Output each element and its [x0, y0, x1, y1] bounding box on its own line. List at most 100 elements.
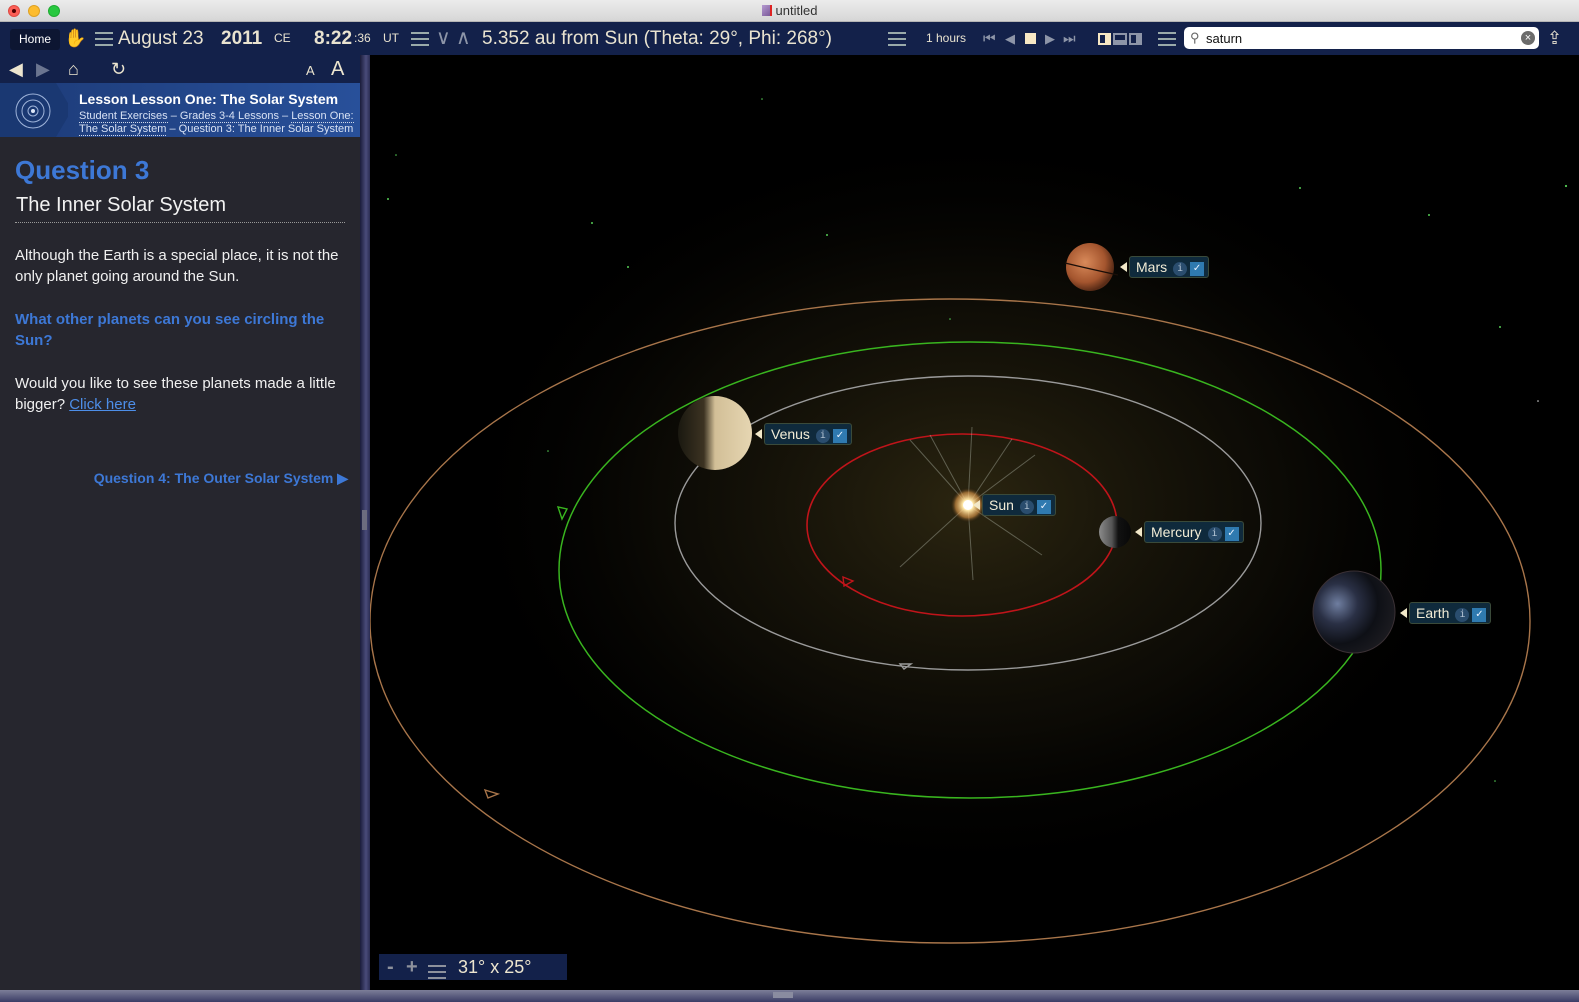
- body-label-venus[interactable]: Venus i ✓: [755, 423, 852, 445]
- year-display[interactable]: 2011: [221, 22, 262, 55]
- document-icon: [761, 5, 772, 16]
- date-display[interactable]: August 23: [118, 22, 204, 55]
- timezone-label: UT: [383, 31, 399, 45]
- window-title: untitled: [0, 3, 1579, 18]
- time-step-menu-icon[interactable]: [888, 22, 906, 55]
- body-label-mercury[interactable]: Mercury i ✓: [1135, 521, 1244, 543]
- location-menu-icon[interactable]: [411, 22, 429, 55]
- info-icon[interactable]: i: [815, 429, 830, 443]
- time-display[interactable]: 8:22: [314, 22, 352, 55]
- main-toolbar: Home ✋ August 23 2011 CE 8:22 :36 UT ∨ ∧…: [0, 22, 1579, 55]
- layout-right-icon[interactable]: [1129, 22, 1142, 55]
- body-name: Venus: [771, 426, 810, 442]
- next-question-label: Question 4: The Outer Solar System: [93, 470, 334, 486]
- body-name: Mars: [1136, 259, 1168, 275]
- body-name: Sun: [989, 497, 1014, 513]
- panel-splitter[interactable]: [360, 55, 370, 990]
- layout-left-icon[interactable]: [1098, 22, 1111, 55]
- time-step-label[interactable]: 1 hours: [926, 22, 966, 55]
- heading-divider: [15, 222, 345, 223]
- sidebar-nav: ◀ ▶ ⌂ ↻ A A: [0, 55, 360, 83]
- fov-menu-icon[interactable]: [428, 960, 446, 983]
- visibility-checkbox[interactable]: ✓: [1472, 608, 1487, 622]
- reload-icon[interactable]: ↻: [111, 59, 126, 80]
- fov-readout: 31° x 25°: [458, 957, 532, 977]
- down-icon[interactable]: ∨: [436, 22, 451, 55]
- stop-icon[interactable]: [1025, 22, 1036, 55]
- zoom-in-button[interactable]: +: [406, 956, 418, 979]
- body-label-earth[interactable]: Earth i ✓: [1400, 602, 1492, 624]
- window-title-text: untitled: [775, 3, 818, 18]
- mars-body[interactable]: [1066, 243, 1114, 291]
- info-icon[interactable]: i: [1019, 500, 1034, 514]
- intro-paragraph: Although the Earth is a special place, i…: [15, 247, 339, 285]
- info-icon[interactable]: i: [1207, 527, 1222, 541]
- search-icon: ⚲: [1190, 30, 1200, 45]
- back-icon[interactable]: ◀: [9, 59, 23, 80]
- body-label-mars[interactable]: Mars i ✓: [1120, 256, 1210, 278]
- breadcrumb-link[interactable]: Student Exercises: [79, 110, 168, 123]
- hand-icon[interactable]: ✋: [64, 22, 86, 55]
- skip-end-icon[interactable]: ⏭: [1063, 22, 1076, 55]
- breadcrumb-separator: –: [167, 110, 180, 122]
- visibility-checkbox[interactable]: ✓: [1224, 527, 1239, 541]
- sky-view[interactable]: Mars i ✓ Venus i ✓ Sun i ✓ Mercury i ✓ Earth i ✓: [370, 55, 1579, 990]
- seconds-display[interactable]: :36: [354, 22, 371, 55]
- breadcrumb-separator: –: [278, 110, 292, 122]
- visibility-checkbox[interactable]: ✓: [1036, 500, 1051, 514]
- forward-icon[interactable]: ▶: [36, 59, 50, 80]
- font-larger-button[interactable]: A: [331, 58, 344, 81]
- lesson-banner: Lesson Lesson One: The Solar System Stud…: [0, 83, 360, 137]
- lesson-sidebar: ◀ ▶ ⌂ ↻ A A Lesson Lesson One: The Solar…: [0, 55, 360, 990]
- reverse-icon[interactable]: ◀: [1005, 22, 1015, 55]
- splitter-handle[interactable]: [362, 510, 367, 530]
- zoom-out-button[interactable]: -: [387, 956, 394, 979]
- venus-body[interactable]: [678, 396, 752, 470]
- bottom-splitter[interactable]: [0, 990, 1579, 1002]
- bigger-planets-paragraph: Would you like to see these planets made…: [15, 373, 350, 415]
- font-smaller-button[interactable]: A: [306, 63, 315, 78]
- lesson-title: Lesson Lesson One: The Solar System: [79, 91, 339, 107]
- body-name: Mercury: [1151, 524, 1202, 540]
- field-of-view-bar: - + 31° x 25°: [379, 954, 567, 980]
- skip-start-icon[interactable]: ⏮: [983, 22, 996, 55]
- question-prompt: What other planets can you see circling …: [15, 311, 325, 349]
- next-question-link[interactable]: Question 4: The Outer Solar System ▶: [94, 470, 348, 487]
- body-label-sun[interactable]: Sun i ✓: [973, 494, 1056, 516]
- earth-body[interactable]: [1312, 570, 1396, 654]
- breadcrumb-current: Question 3: The Inner Solar System: [178, 123, 354, 135]
- click-here-link[interactable]: Click here: [69, 396, 136, 413]
- solar-system-scene[interactable]: [370, 55, 1579, 990]
- clear-search-icon[interactable]: ×: [1521, 31, 1535, 45]
- search-input[interactable]: [1206, 29, 1516, 47]
- solar-system-logo-icon: [0, 83, 68, 137]
- bigger-planets-text: Would you like to see these planets made…: [15, 375, 336, 413]
- options-menu-icon[interactable]: [1158, 22, 1176, 55]
- question-subtitle: The Inner Solar System: [16, 194, 227, 216]
- era-display: CE: [274, 31, 291, 45]
- question-heading: Question 3: [15, 155, 150, 185]
- breadcrumb-link[interactable]: Grades 3-4 Lessons: [179, 110, 279, 123]
- info-icon[interactable]: i: [1173, 262, 1188, 276]
- sun-core: [963, 500, 973, 510]
- search-field[interactable]: ⚲ ×: [1184, 27, 1539, 49]
- visibility-checkbox[interactable]: ✓: [832, 429, 847, 443]
- body-name: Earth: [1416, 605, 1450, 621]
- date-menu-icon[interactable]: [95, 22, 113, 55]
- layout-bottom-icon[interactable]: [1113, 22, 1127, 55]
- home-icon[interactable]: ⌂: [68, 59, 79, 80]
- mars-direction-marker: [483, 788, 501, 799]
- info-icon[interactable]: i: [1455, 608, 1470, 622]
- window-titlebar: untitled: [0, 0, 1579, 22]
- visibility-checkbox[interactable]: ✓: [1190, 262, 1205, 276]
- up-icon[interactable]: ∧: [456, 22, 471, 55]
- next-arrow-icon: ▶: [337, 470, 348, 486]
- bottom-splitter-handle[interactable]: [773, 992, 793, 998]
- breadcrumb: Student Exercises – Grades 3-4 Lessons –…: [79, 110, 355, 136]
- breadcrumb-separator: –: [166, 123, 179, 135]
- play-icon[interactable]: ▶: [1045, 22, 1055, 55]
- mercury-body[interactable]: [1099, 516, 1131, 548]
- home-button[interactable]: Home: [10, 29, 61, 50]
- position-readout: 5.352 au from Sun (Theta: 29°, Phi: 268°…: [482, 28, 833, 49]
- share-icon[interactable]: ⇪: [1547, 22, 1562, 55]
